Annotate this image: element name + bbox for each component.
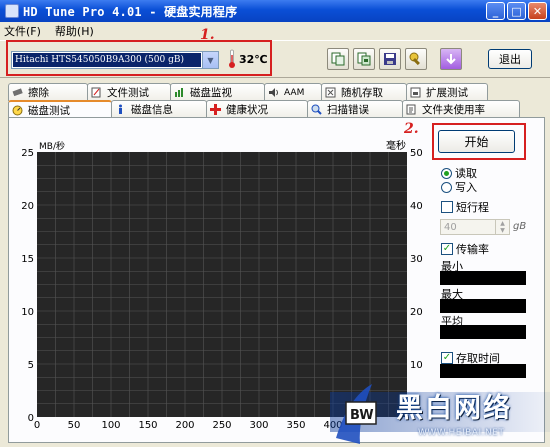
- window-controls: _ □ ✕: [486, 2, 547, 20]
- tab-info[interactable]: 磁盘信息: [111, 100, 207, 118]
- access-time-box[interactable]: ✓: [441, 352, 453, 364]
- start-button[interactable]: 开始: [438, 130, 515, 153]
- tab-error-scan-label: 扫描错误: [327, 104, 369, 116]
- transfer-rate-label: 传输率: [456, 243, 489, 256]
- annotation-box-1: [6, 40, 272, 76]
- short-stroke-spinner[interactable]: 40 ▲ ▼: [440, 219, 510, 235]
- tab-extra-tests[interactable]: 扩展测试: [406, 83, 488, 101]
- arrow-down-icon: [446, 54, 456, 65]
- min-value-box: [440, 271, 526, 285]
- tab-aam[interactable]: AAM: [264, 83, 322, 101]
- menu-bar: 文件(F) 帮助(H): [0, 22, 550, 40]
- copy-screenshot-button[interactable]: [353, 48, 375, 70]
- watermark-text: 黑白网络: [396, 393, 512, 424]
- tab-random-access[interactable]: 随机存取: [321, 83, 407, 101]
- watermark-url: WWW.HEIBAI.NET: [418, 428, 505, 438]
- file-test-icon: [91, 87, 101, 98]
- tab-folder-usage-label: 文件夹使用率: [422, 104, 485, 116]
- minimize-button[interactable]: _: [486, 2, 505, 20]
- tab-folder-usage[interactable]: 文件夹使用率: [402, 100, 520, 118]
- save-button[interactable]: [379, 48, 401, 70]
- svg-text:BW: BW: [350, 408, 374, 423]
- copy-text-button[interactable]: [327, 48, 349, 70]
- copy-text-icon: [331, 52, 345, 66]
- short-stroke-unit: gB: [513, 221, 527, 232]
- max-value-box: [440, 299, 526, 313]
- copy-screenshot-icon: [357, 52, 371, 66]
- tab-benchmark-label: 磁盘测试: [28, 105, 70, 117]
- random-access-icon: [325, 87, 336, 98]
- tab-disk-monitor[interactable]: 磁盘监视: [170, 83, 265, 101]
- folder-usage-icon: [406, 104, 416, 115]
- monitor-icon: [175, 88, 183, 97]
- close-button[interactable]: ✕: [528, 2, 547, 20]
- scan-icon: [311, 104, 322, 115]
- speaker-icon: [269, 88, 278, 97]
- window-title: HD Tune Pro 4.01 - 硬盘实用程序: [23, 4, 238, 19]
- transfer-rate-checkbox[interactable]: ✓ 传输率: [441, 241, 489, 257]
- exit-button[interactable]: 退出: [488, 49, 532, 69]
- info-icon: [119, 104, 122, 114]
- write-radio-dot[interactable]: [441, 181, 452, 193]
- title-bar: HD Tune Pro 4.01 - 硬盘实用程序 _ □ ✕: [0, 0, 550, 22]
- benchmark-icon: [12, 105, 23, 116]
- short-stroke-label: 短行程: [456, 201, 489, 214]
- tab-erase[interactable]: 擦除: [8, 83, 88, 101]
- download-button[interactable]: [440, 48, 462, 70]
- menu-file[interactable]: 文件(F): [4, 23, 41, 39]
- health-icon: [210, 104, 221, 115]
- tab-random-access-label: 随机存取: [341, 87, 383, 99]
- annotation-label-1: 1.: [200, 27, 215, 43]
- tab-file-test[interactable]: 文件测试: [87, 83, 171, 101]
- floppy-disk-icon: [384, 53, 396, 65]
- tab-row-2: 磁盘测试 磁盘信息 健康状况 扫描错误 文件夹使用率: [8, 100, 520, 119]
- spinner-arrows-icon[interactable]: ▲ ▼: [495, 220, 509, 234]
- tab-health[interactable]: 健康状况: [206, 100, 308, 118]
- avg-value-box: [440, 325, 526, 339]
- tab-erase-label: 擦除: [28, 87, 49, 99]
- tab-file-test-label: 文件测试: [107, 87, 149, 99]
- annotation-label-2: 2.: [404, 121, 419, 137]
- options-button[interactable]: [405, 48, 427, 70]
- wrench-icon: [409, 52, 420, 66]
- tab-health-label: 健康状况: [226, 104, 268, 116]
- short-stroke-box[interactable]: [441, 201, 453, 213]
- read-radio-dot[interactable]: [441, 167, 452, 179]
- tab-disk-monitor-label: 磁盘监视: [190, 87, 232, 99]
- tab-info-label: 磁盘信息: [131, 104, 173, 116]
- transfer-rate-box[interactable]: ✓: [441, 243, 453, 255]
- short-stroke-checkbox[interactable]: 短行程: [441, 199, 489, 215]
- access-time-value-box: [440, 364, 526, 378]
- maximize-button[interactable]: □: [507, 2, 526, 20]
- write-radio[interactable]: 写入: [441, 179, 477, 195]
- tab-extra-tests-label: 扩展测试: [426, 87, 468, 99]
- write-radio-label: 写入: [455, 181, 477, 194]
- eraser-icon: [12, 88, 23, 97]
- menu-help[interactable]: 帮助(H): [55, 23, 94, 39]
- tab-row-1: 擦除 文件测试 磁盘监视 AAM 随机存取 扩展测试: [8, 83, 488, 101]
- tab-aam-label: AAM: [284, 87, 305, 98]
- short-stroke-value: 40: [444, 221, 457, 233]
- app-icon: [5, 4, 19, 18]
- tab-error-scan[interactable]: 扫描错误: [307, 100, 403, 118]
- extra-tests-icon: [410, 87, 421, 98]
